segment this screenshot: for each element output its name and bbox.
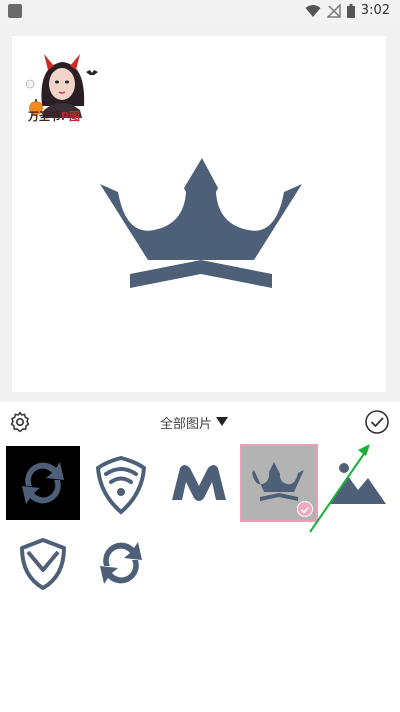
sticker-caption-main: 万圣节	[28, 110, 61, 123]
sticker-caption: 万圣节P图	[28, 108, 100, 124]
gear-icon[interactable]	[8, 410, 32, 434]
status-icons: 3:02	[305, 3, 390, 18]
status-bar: 3:02	[0, 0, 400, 24]
gallery-thumb[interactable]	[6, 526, 80, 600]
triangle-down-icon	[216, 417, 229, 426]
preview-area: 万圣节P图	[0, 24, 400, 402]
sync-arrows-icon	[100, 542, 142, 584]
check-circle-icon[interactable]	[364, 409, 390, 435]
gallery-toolbar: 全部图片	[0, 402, 400, 440]
album-selector-label: 全部图片	[160, 416, 213, 432]
clock: 3:02	[360, 3, 390, 18]
battery-icon	[346, 3, 355, 18]
crown-image-preview	[100, 158, 302, 288]
gallery-thumb[interactable]	[6, 446, 80, 520]
app-notification-icon	[8, 4, 22, 18]
wifi-icon	[305, 4, 321, 17]
no-signal-icon	[326, 3, 341, 18]
gallery-thumb[interactable]	[84, 526, 158, 600]
wifi-shield-icon	[95, 455, 147, 515]
sync-arrows-icon	[22, 462, 65, 504]
preview-canvas: 万圣节P图	[12, 36, 386, 392]
album-selector[interactable]: 全部图片	[160, 412, 229, 432]
m-logo-icon	[172, 465, 226, 501]
gallery-thumb[interactable]	[84, 446, 158, 520]
annotation-arrow	[309, 444, 370, 533]
sticker-caption-accent: P图	[61, 110, 81, 123]
shield-check-icon	[20, 538, 66, 590]
gallery-thumb[interactable]	[162, 446, 236, 520]
